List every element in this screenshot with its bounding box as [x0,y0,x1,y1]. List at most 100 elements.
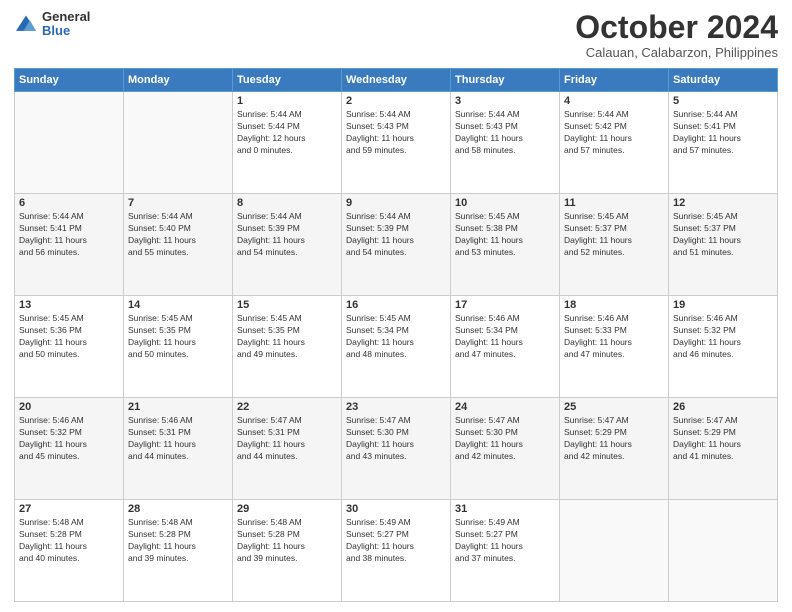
page-container: General Blue October 2024 Calauan, Calab… [0,0,792,612]
calendar-cell: 1 Sunrise: 5:44 AM Sunset: 5:44 PM Daylig… [233,92,342,194]
calendar-cell: 25 Sunrise: 5:47 AM Sunset: 5:29 PM Dayli… [560,398,669,500]
calendar-cell: 20Sunrise: 5:46 AM Sunset: 5:32 PM Dayli… [15,398,124,500]
day-info: Sunrise: 5:47 AM Sunset: 5:29 PM Dayligh… [673,415,773,463]
calendar-cell: 22 Sunrise: 5:47 AM Sunset: 5:31 PM Dayli… [233,398,342,500]
day-info: Sunrise: 5:47 AM Sunset: 5:29 PM Dayligh… [564,415,664,463]
day-number: 18 [564,299,664,311]
day-header-tuesday: Tuesday [233,69,342,92]
calendar-week-1: 1 Sunrise: 5:44 AM Sunset: 5:44 PM Daylig… [15,92,778,194]
day-number: 23 [346,401,446,413]
day-info: Sunrise: 5:47 AM Sunset: 5:30 PM Dayligh… [455,415,555,463]
day-info: Sunrise: 5:46 AM Sunset: 5:32 PM Dayligh… [673,313,773,361]
calendar-cell: 24Sunrise: 5:47 AM Sunset: 5:30 PM Dayli… [451,398,560,500]
month-title: October 2024 [575,10,778,45]
day-info: Sunrise: 5:48 AM Sunset: 5:28 PM Dayligh… [128,517,228,565]
day-number: 22 [237,401,337,413]
day-number: 11 [564,197,664,209]
logo-general: General [42,10,90,24]
calendar-cell: 31Sunrise: 5:49 AM Sunset: 5:27 PM Dayli… [451,500,560,602]
title-area: October 2024 Calauan, Calabarzon, Philip… [575,10,778,60]
calendar-cell: 2Sunrise: 5:44 AM Sunset: 5:43 PM Daylig… [342,92,451,194]
calendar-week-5: 27 Sunrise: 5:48 AM Sunset: 5:28 PM Dayli… [15,500,778,602]
calendar-cell: 28 Sunrise: 5:48 AM Sunset: 5:28 PM Dayli… [124,500,233,602]
day-header-sunday: Sunday [15,69,124,92]
calendar-cell: 18 Sunrise: 5:46 AM Sunset: 5:33 PM Dayli… [560,296,669,398]
calendar-cell: 17Sunrise: 5:46 AM Sunset: 5:34 PM Dayli… [451,296,560,398]
calendar-header: SundayMondayTuesdayWednesdayThursdayFrid… [15,69,778,92]
day-number: 12 [673,197,773,209]
day-info: Sunrise: 5:46 AM Sunset: 5:32 PM Dayligh… [19,415,119,463]
header-row: SundayMondayTuesdayWednesdayThursdayFrid… [15,69,778,92]
day-info: Sunrise: 5:46 AM Sunset: 5:34 PM Dayligh… [455,313,555,361]
day-info: Sunrise: 5:45 AM Sunset: 5:34 PM Dayligh… [346,313,446,361]
calendar-week-3: 13 Sunrise: 5:45 AM Sunset: 5:36 PM Dayli… [15,296,778,398]
day-info: Sunrise: 5:45 AM Sunset: 5:35 PM Dayligh… [237,313,337,361]
day-header-wednesday: Wednesday [342,69,451,92]
calendar-cell: 7Sunrise: 5:44 AM Sunset: 5:40 PM Daylig… [124,194,233,296]
day-number: 31 [455,503,555,515]
day-number: 25 [564,401,664,413]
day-number: 27 [19,503,119,515]
calendar-cell: 26 Sunrise: 5:47 AM Sunset: 5:29 PM Dayli… [669,398,778,500]
calendar-cell: 8 Sunrise: 5:44 AM Sunset: 5:39 PM Daylig… [233,194,342,296]
calendar-cell: 5 Sunrise: 5:44 AM Sunset: 5:41 PM Daylig… [669,92,778,194]
calendar-cell: 19Sunrise: 5:46 AM Sunset: 5:32 PM Dayli… [669,296,778,398]
calendar-cell: 30 Sunrise: 5:49 AM Sunset: 5:27 PM Dayli… [342,500,451,602]
calendar-cell: 4Sunrise: 5:44 AM Sunset: 5:42 PM Daylig… [560,92,669,194]
day-info: Sunrise: 5:44 AM Sunset: 5:39 PM Dayligh… [237,211,337,259]
day-info: Sunrise: 5:44 AM Sunset: 5:40 PM Dayligh… [128,211,228,259]
calendar-cell: 9 Sunrise: 5:44 AM Sunset: 5:39 PM Daylig… [342,194,451,296]
day-info: Sunrise: 5:46 AM Sunset: 5:33 PM Dayligh… [564,313,664,361]
logo-text: General Blue [42,10,90,39]
calendar-cell: 29Sunrise: 5:48 AM Sunset: 5:28 PM Dayli… [233,500,342,602]
day-number: 5 [673,95,773,107]
day-header-friday: Friday [560,69,669,92]
day-number: 21 [128,401,228,413]
logo-icon [14,14,38,34]
calendar-cell: 16 Sunrise: 5:45 AM Sunset: 5:34 PM Dayli… [342,296,451,398]
location-title: Calauan, Calabarzon, Philippines [575,45,778,60]
day-number: 9 [346,197,446,209]
day-info: Sunrise: 5:44 AM Sunset: 5:41 PM Dayligh… [673,109,773,157]
day-info: Sunrise: 5:45 AM Sunset: 5:36 PM Dayligh… [19,313,119,361]
day-info: Sunrise: 5:44 AM Sunset: 5:39 PM Dayligh… [346,211,446,259]
day-info: Sunrise: 5:44 AM Sunset: 5:43 PM Dayligh… [455,109,555,157]
calendar-week-2: 6Sunrise: 5:44 AM Sunset: 5:41 PM Daylig… [15,194,778,296]
day-number: 28 [128,503,228,515]
day-info: Sunrise: 5:45 AM Sunset: 5:37 PM Dayligh… [564,211,664,259]
calendar-cell [669,500,778,602]
day-info: Sunrise: 5:47 AM Sunset: 5:30 PM Dayligh… [346,415,446,463]
day-number: 13 [19,299,119,311]
calendar-cell: 21 Sunrise: 5:46 AM Sunset: 5:31 PM Dayli… [124,398,233,500]
day-number: 30 [346,503,446,515]
day-number: 8 [237,197,337,209]
calendar-cell: 23 Sunrise: 5:47 AM Sunset: 5:30 PM Dayli… [342,398,451,500]
calendar-table: SundayMondayTuesdayWednesdayThursdayFrid… [14,68,778,602]
calendar-cell: 27 Sunrise: 5:48 AM Sunset: 5:28 PM Dayli… [15,500,124,602]
calendar-week-4: 20Sunrise: 5:46 AM Sunset: 5:32 PM Dayli… [15,398,778,500]
day-number: 14 [128,299,228,311]
day-info: Sunrise: 5:48 AM Sunset: 5:28 PM Dayligh… [19,517,119,565]
day-header-thursday: Thursday [451,69,560,92]
day-number: 3 [455,95,555,107]
calendar-cell [124,92,233,194]
calendar-cell: 12Sunrise: 5:45 AM Sunset: 5:37 PM Dayli… [669,194,778,296]
day-info: Sunrise: 5:45 AM Sunset: 5:35 PM Dayligh… [128,313,228,361]
logo-blue: Blue [42,24,90,38]
calendar-cell [15,92,124,194]
day-number: 1 [237,95,337,107]
day-info: Sunrise: 5:46 AM Sunset: 5:31 PM Dayligh… [128,415,228,463]
day-number: 15 [237,299,337,311]
calendar-cell: 15 Sunrise: 5:45 AM Sunset: 5:35 PM Dayli… [233,296,342,398]
day-header-saturday: Saturday [669,69,778,92]
day-info: Sunrise: 5:47 AM Sunset: 5:31 PM Dayligh… [237,415,337,463]
day-number: 16 [346,299,446,311]
day-header-monday: Monday [124,69,233,92]
day-info: Sunrise: 5:44 AM Sunset: 5:44 PM Dayligh… [237,109,337,157]
calendar-cell: 6Sunrise: 5:44 AM Sunset: 5:41 PM Daylig… [15,194,124,296]
day-info: Sunrise: 5:45 AM Sunset: 5:38 PM Dayligh… [455,211,555,259]
day-number: 26 [673,401,773,413]
calendar-cell: 3 Sunrise: 5:44 AM Sunset: 5:43 PM Daylig… [451,92,560,194]
day-info: Sunrise: 5:49 AM Sunset: 5:27 PM Dayligh… [346,517,446,565]
day-info: Sunrise: 5:44 AM Sunset: 5:42 PM Dayligh… [564,109,664,157]
